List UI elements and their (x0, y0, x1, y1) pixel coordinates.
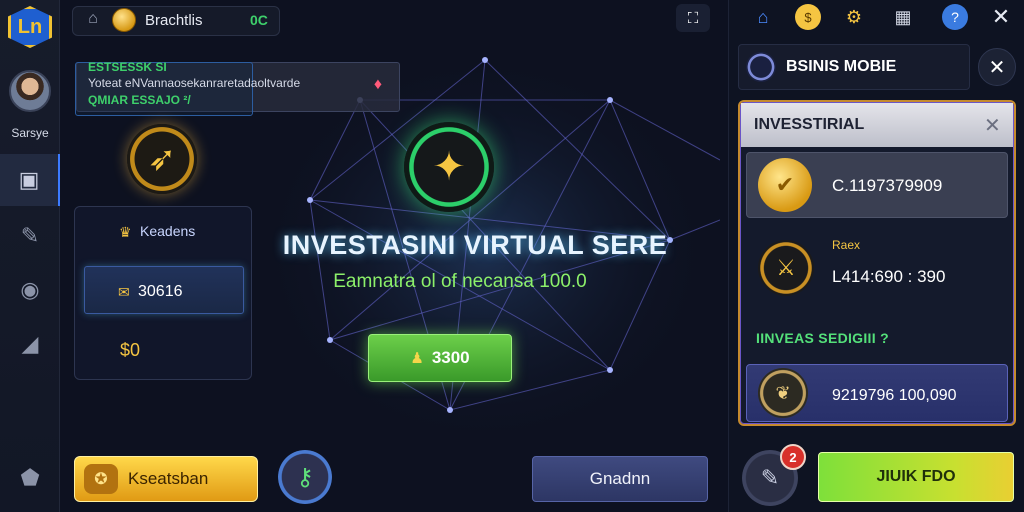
rank-emblem-icon[interactable]: ➶ (127, 124, 197, 194)
invest-close-icon[interactable]: ✕ (984, 113, 1001, 138)
circle-icon: ◉ (20, 277, 40, 302)
close-icon[interactable]: ✕ (988, 4, 1014, 30)
hero-title: INVESTASINI VIRTUAL SERE (282, 230, 668, 260)
bottom-left-button-label: Kseatsban (128, 469, 209, 488)
invest-row-2-label: Raex (832, 238, 861, 252)
gem-icon: ♦ (373, 76, 383, 93)
wallet-icon: ▣ (18, 167, 40, 192)
crown-icon: ♛ (119, 224, 132, 240)
tooltip-line-2: Yoteat eNVannaosekanraretadaoltvarde (88, 76, 301, 90)
notification-badge: 2 (780, 444, 806, 470)
pencil-icon: ✎ (760, 465, 780, 490)
coin-nav-icon[interactable]: $ (795, 4, 821, 30)
key-icon: ⚷ (296, 463, 314, 491)
stats-balance: $0 (120, 340, 141, 360)
center-bottom-button[interactable]: Gnadnn (532, 456, 708, 502)
gear-icon[interactable]: ⚙ (841, 4, 867, 30)
hero-action-button[interactable]: ♟ 3300 (368, 334, 512, 382)
stats-title: Keadens (140, 223, 196, 239)
center-bottom-button-label: Gnadnn (589, 469, 651, 488)
sidebar-item-edit[interactable]: ✎ (0, 210, 60, 262)
home-nav-icon[interactable]: ⌂ (750, 4, 776, 30)
sword-icon: ⚔ (758, 240, 814, 296)
invest-panel-title: INVESSTIRIAL (754, 116, 865, 133)
sidebar-item-wallet[interactable]: ▣ (0, 154, 60, 206)
join-button[interactable]: JIUIK FDO (818, 452, 1014, 502)
shield-icon: ⬟ (20, 465, 40, 490)
sidebar-item-circle[interactable]: ◉ (0, 264, 60, 316)
expand-button[interactable]: ⛶ (676, 4, 710, 32)
close-icon: ✕ (988, 56, 1006, 79)
help-icon[interactable]: ? (942, 4, 968, 30)
expand-icon: ⛶ (687, 9, 699, 27)
token-icon: ♟ (410, 350, 424, 367)
hero-emblem-icon: ✦ (404, 122, 494, 212)
gold-coin-icon: ✔ (758, 158, 812, 212)
tooltip-line-3: QMIAR ESSAJO ²/ (88, 93, 191, 107)
top-title: Brachtlis (145, 12, 203, 29)
key-button[interactable]: ⚷ (278, 450, 332, 504)
join-button-label: JIUIK FDO (876, 468, 956, 485)
grid-icon[interactable]: ▦ (890, 4, 916, 30)
invest-row-3-value: 9219796 100,090 (832, 387, 957, 404)
logo-text: Ln (17, 15, 43, 38)
hero-subtitle: Eamnatra ol of necansa 100.0 (333, 271, 587, 292)
mobile-title: BSINIS MOBIE (786, 58, 897, 75)
avatar[interactable] (9, 70, 51, 112)
mobile-close-button[interactable]: ✕ (978, 48, 1016, 86)
chart-icon: ◢ (21, 331, 39, 356)
treasure-icon: ✪ (84, 464, 118, 494)
tooltip-line-1: ESTSESSK SI (88, 60, 167, 74)
coin-icon (112, 8, 136, 32)
top-count: 0C (250, 12, 268, 28)
invest-row-1-value: C.1197379909 (832, 176, 943, 195)
mobile-logo-icon (746, 52, 776, 82)
sidebar-item-chart[interactable]: ◢ (0, 318, 60, 370)
home-icon[interactable]: ⌂ (82, 10, 104, 30)
invest-section-label: IINVEAS SEDIGIII ? (756, 330, 889, 346)
invest-row-2-value: L414:690 : 390 (832, 267, 946, 286)
sidebar-item-shield[interactable]: ⬟ (0, 452, 60, 504)
hero-button-label: 3300 (431, 348, 470, 367)
pen-icon: ✎ (20, 223, 40, 248)
stats-value: 30616 (138, 283, 183, 300)
envelope-icon: ✉ (118, 284, 130, 300)
plant-emblem-icon: ❦ (758, 368, 808, 418)
avatar-name: Sarsye (11, 126, 49, 140)
